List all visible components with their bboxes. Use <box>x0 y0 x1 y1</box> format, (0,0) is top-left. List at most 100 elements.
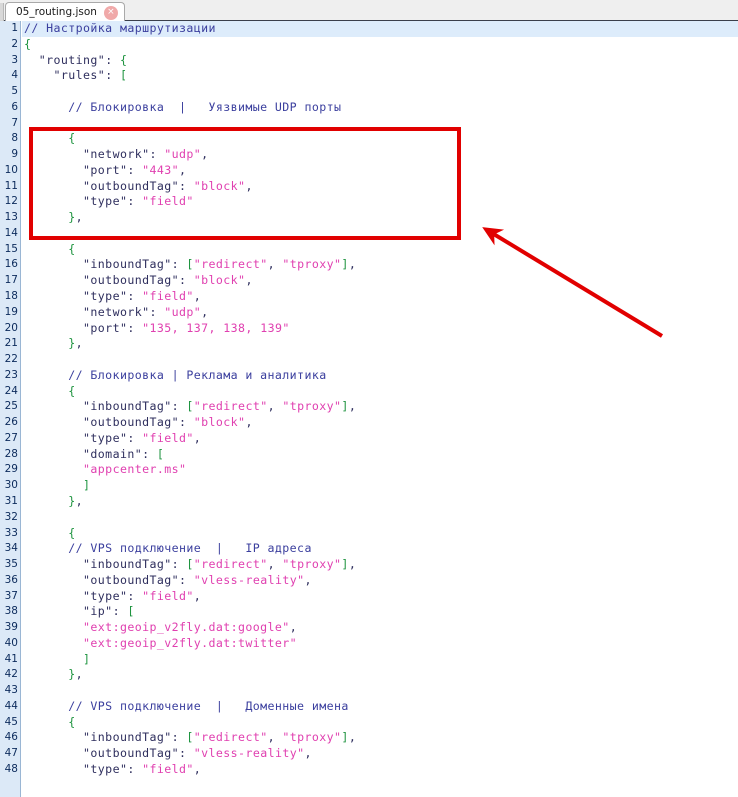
code-line[interactable]: "ip": [ <box>22 604 738 620</box>
close-icon[interactable]: × <box>103 5 118 20</box>
line-number: 35 <box>4 558 18 571</box>
line-number: 18 <box>4 290 18 303</box>
line-number: 7 <box>11 116 18 129</box>
code-line[interactable] <box>22 226 738 242</box>
code-line[interactable]: "network": "udp", <box>22 305 738 321</box>
line-number: 2 <box>11 37 18 50</box>
code-line[interactable]: "inboundTag": ["redirect", "tproxy"], <box>22 730 738 746</box>
code-line[interactable]: "outboundTag": "vless-reality", <box>22 573 738 589</box>
line-number: 22 <box>4 353 18 366</box>
line-number: 4 <box>11 69 18 82</box>
code-line[interactable]: "outboundTag": "block", <box>22 179 738 195</box>
line-number: 19 <box>4 305 18 318</box>
code-line[interactable]: "ext:geoip_v2fly.dat:google", <box>22 620 738 636</box>
line-number: 24 <box>4 384 18 397</box>
line-number: 40 <box>4 636 18 649</box>
line-number: 17 <box>4 274 18 287</box>
line-number: 45 <box>4 715 18 728</box>
tab-bar: 05_routing.json × <box>0 0 738 22</box>
line-number: 3 <box>11 53 18 66</box>
code-line[interactable]: }, <box>22 336 738 352</box>
line-number: 34 <box>4 542 18 555</box>
code-line[interactable]: { <box>22 242 738 258</box>
code-line[interactable]: { <box>22 131 738 147</box>
line-number: 41 <box>4 652 18 665</box>
line-number: 8 <box>11 132 18 145</box>
line-number: 11 <box>4 179 18 192</box>
code-line[interactable]: }, <box>22 210 738 226</box>
code-content[interactable]: // Настройка маршрутизации{ "routing": {… <box>22 21 738 797</box>
line-number: 14 <box>4 226 18 239</box>
line-number: 39 <box>4 621 18 634</box>
line-number: 21 <box>4 337 18 350</box>
line-number: 6 <box>11 100 18 113</box>
code-line[interactable]: }, <box>22 494 738 510</box>
code-line[interactable]: "port": "135, 137, 138, 139" <box>22 321 738 337</box>
code-line[interactable]: { <box>22 715 738 731</box>
code-line[interactable]: "outboundTag": "block", <box>22 415 738 431</box>
line-number: 12 <box>4 195 18 208</box>
code-line[interactable]: // VPS подключение | Доменные имена <box>22 699 738 715</box>
tab-05-routing-json[interactable]: 05_routing.json × <box>5 2 125 22</box>
code-line[interactable] <box>22 84 738 100</box>
line-number: 42 <box>4 668 18 681</box>
code-line[interactable]: "domain": [ <box>22 447 738 463</box>
code-line[interactable]: "type": "field", <box>22 289 738 305</box>
line-number: 10 <box>4 163 18 176</box>
code-line[interactable]: "inboundTag": ["redirect", "tproxy"], <box>22 557 738 573</box>
code-line[interactable]: // Блокировка | Реклама и аналитика <box>22 368 738 384</box>
code-line[interactable]: { <box>22 37 738 53</box>
code-line[interactable]: // VPS подключение | IP адреса <box>22 541 738 557</box>
line-number: 28 <box>4 447 18 460</box>
code-line[interactable]: "inboundTag": ["redirect", "tproxy"], <box>22 399 738 415</box>
code-line[interactable]: "ext:geoip_v2fly.dat:twitter" <box>22 636 738 652</box>
line-number: 33 <box>4 526 18 539</box>
line-number: 37 <box>4 589 18 602</box>
line-number-gutter: 1 2 3 4 5 6 7 8 9 10 11 12 13 14 15 16 17 18 19 20 21 22 23 24 2… <box>0 21 21 797</box>
code-line[interactable]: "appcenter.ms" <box>22 462 738 478</box>
tab-strip-edge <box>0 3 4 21</box>
line-number: 31 <box>4 494 18 507</box>
code-line[interactable]: "type": "field" <box>22 194 738 210</box>
line-number: 46 <box>4 731 18 744</box>
code-line[interactable]: { <box>22 526 738 542</box>
line-number: 44 <box>4 699 18 712</box>
line-number: 27 <box>4 431 18 444</box>
code-line[interactable]: // Настройка маршрутизации <box>22 21 738 37</box>
line-number: 5 <box>11 85 18 98</box>
line-number: 29 <box>4 463 18 476</box>
code-line[interactable]: "type": "field", <box>22 762 738 778</box>
line-number: 38 <box>4 605 18 618</box>
code-line[interactable] <box>22 510 738 526</box>
code-line[interactable]: "outboundTag": "block", <box>22 273 738 289</box>
code-editor-window: 05_routing.json × 1 2 3 4 5 6 7 8 9 10 11 12 13 14 15 1… <box>0 0 738 797</box>
code-line[interactable]: "type": "field", <box>22 589 738 605</box>
line-number: 13 <box>4 211 18 224</box>
code-line[interactable]: "outboundTag": "vless-reality", <box>22 746 738 762</box>
code-line[interactable]: { <box>22 384 738 400</box>
code-line[interactable]: // Блокировка | Уязвимые UDP порты <box>22 100 738 116</box>
line-number: 16 <box>4 258 18 271</box>
line-number: 25 <box>4 400 18 413</box>
code-line[interactable]: }, <box>22 667 738 683</box>
line-number: 30 <box>4 479 18 492</box>
code-line[interactable]: "network": "udp", <box>22 147 738 163</box>
code-line[interactable]: ] <box>22 478 738 494</box>
line-number: 48 <box>4 762 18 775</box>
line-number: 26 <box>4 416 18 429</box>
code-line[interactable]: "rules": [ <box>22 68 738 84</box>
code-line[interactable]: "inboundTag": ["redirect", "tproxy"], <box>22 257 738 273</box>
tab-label: 05_routing.json <box>16 6 97 19</box>
editor-area[interactable]: 1 2 3 4 5 6 7 8 9 10 11 12 13 14 15 16 17 18 19 20 21 22 23 24 2… <box>0 21 738 797</box>
code-line[interactable]: ] <box>22 652 738 668</box>
line-number: 36 <box>4 573 18 586</box>
line-number: 23 <box>4 368 18 381</box>
code-line[interactable]: "type": "field", <box>22 431 738 447</box>
code-line[interactable]: "routing": { <box>22 53 738 69</box>
line-number: 9 <box>11 148 18 161</box>
code-line[interactable] <box>22 683 738 699</box>
line-number: 32 <box>4 510 18 523</box>
code-line[interactable] <box>22 352 738 368</box>
code-line[interactable] <box>22 116 738 132</box>
code-line[interactable]: "port": "443", <box>22 163 738 179</box>
